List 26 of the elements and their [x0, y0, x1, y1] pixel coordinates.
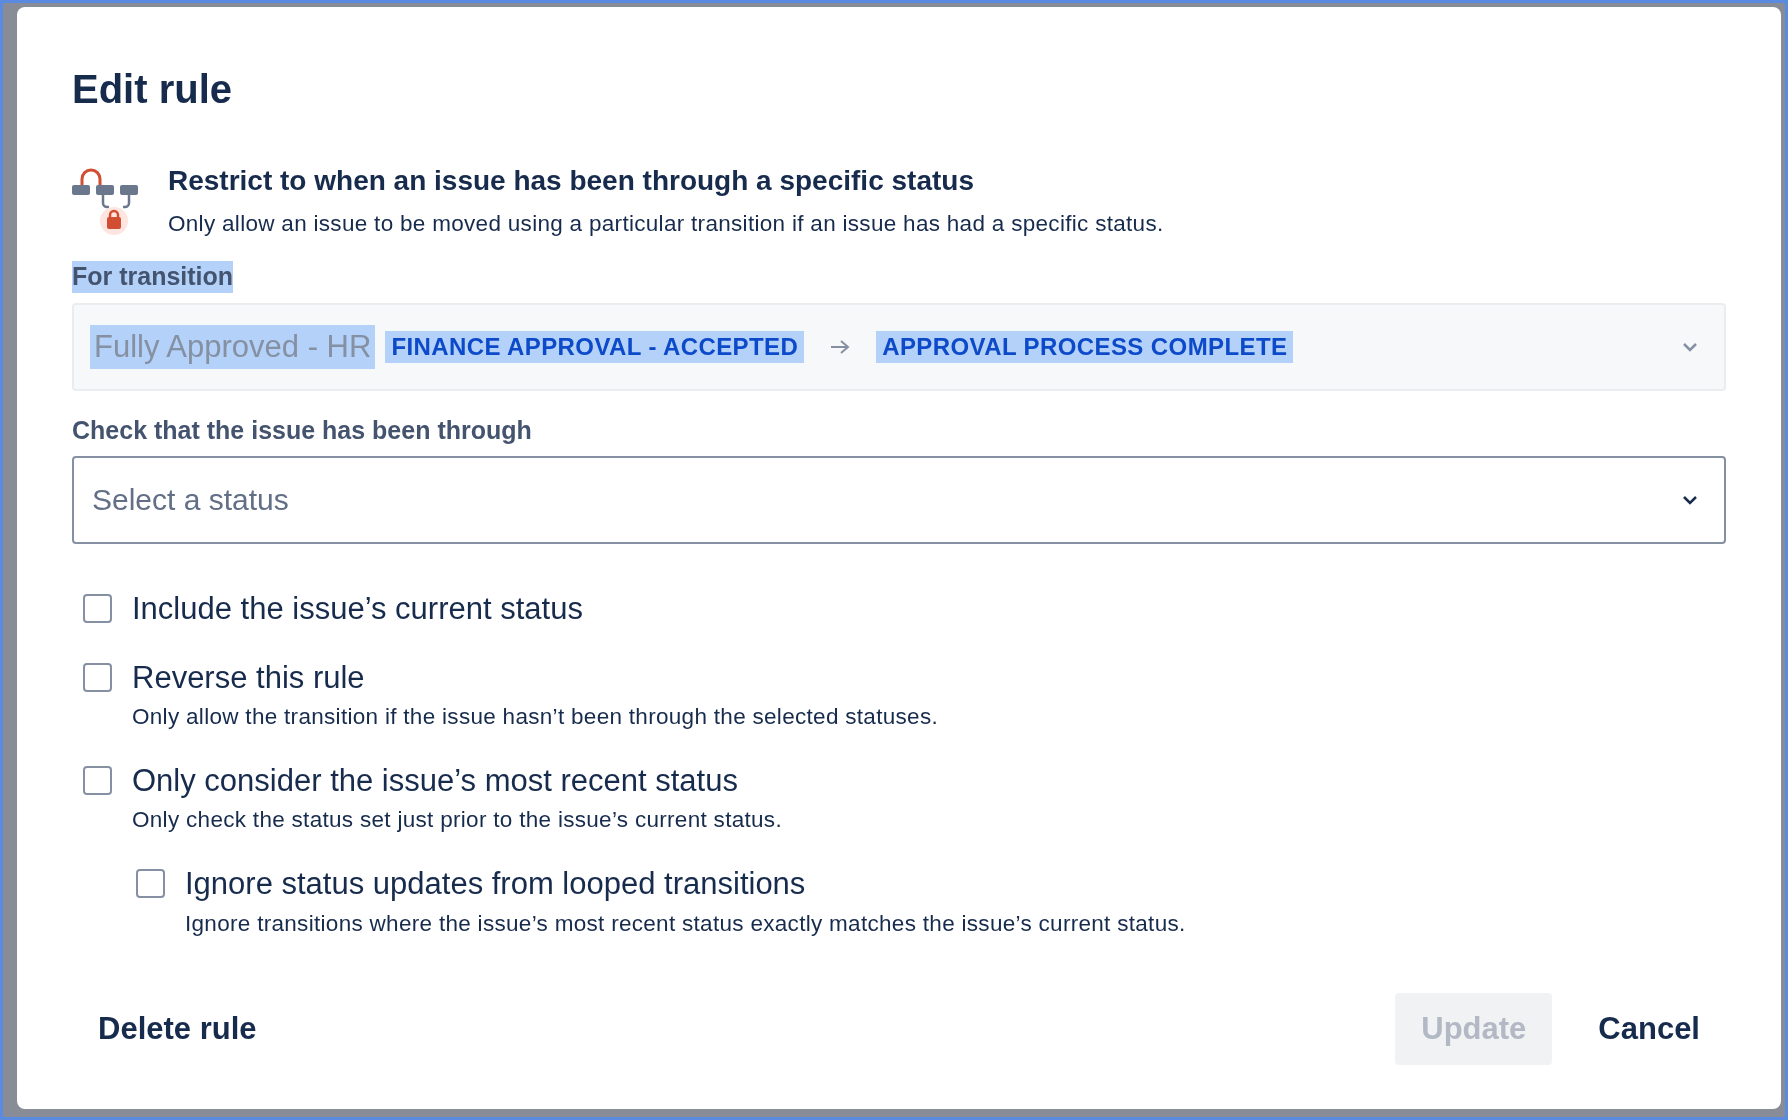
checkbox[interactable]	[136, 869, 165, 899]
status-lozenge: FINANCE APPROVAL - ACCEPTED	[385, 330, 805, 363]
field-label: Check that the issue has been through	[72, 414, 532, 446]
checkbox[interactable]	[83, 593, 112, 623]
checkbox[interactable]	[83, 766, 112, 796]
rule-description: Only allow an issue to be moved using a particular transition if an issue has had a specific status.	[168, 211, 1164, 238]
chevron-down-icon	[1682, 494, 1698, 505]
checkbox-label: Ignore status updates from looped transitions	[185, 865, 807, 903]
rule-heading: Restrict to when an issue has been through a specific status	[168, 164, 975, 198]
arrow-icon	[830, 338, 851, 355]
workflow-lock-icon	[72, 167, 140, 237]
checkbox-label: Include the issue’s current status	[132, 589, 583, 628]
option-description: Only allow the transition if the issue hasn’t been through the selected statuses.	[132, 704, 938, 731]
checkbox[interactable]	[83, 663, 112, 693]
option-description: Ignore transitions where the issue’s most recent status exactly matches the issue’s current status.	[185, 910, 1186, 937]
status-lozenge: APPROVAL PROCESS COMPLETE	[876, 330, 1294, 363]
checkbox-label: Reverse this rule	[132, 659, 366, 697]
cancel-button[interactable]: Cancel	[1572, 993, 1726, 1065]
status-select[interactable]: Select a status	[72, 455, 1726, 544]
checkbox-label: Only consider the issue’s most recent status	[132, 762, 739, 800]
dialog-title: Edit rule	[72, 66, 234, 113]
field-label: For transition	[72, 261, 234, 293]
option-description: Only check the status set just prior to the issue’s current status.	[132, 807, 782, 834]
chevron-down-icon	[1682, 341, 1698, 352]
delete-button[interactable]: Delete rule	[72, 993, 283, 1065]
workflow-name: Fully Approved - HR	[90, 324, 376, 369]
